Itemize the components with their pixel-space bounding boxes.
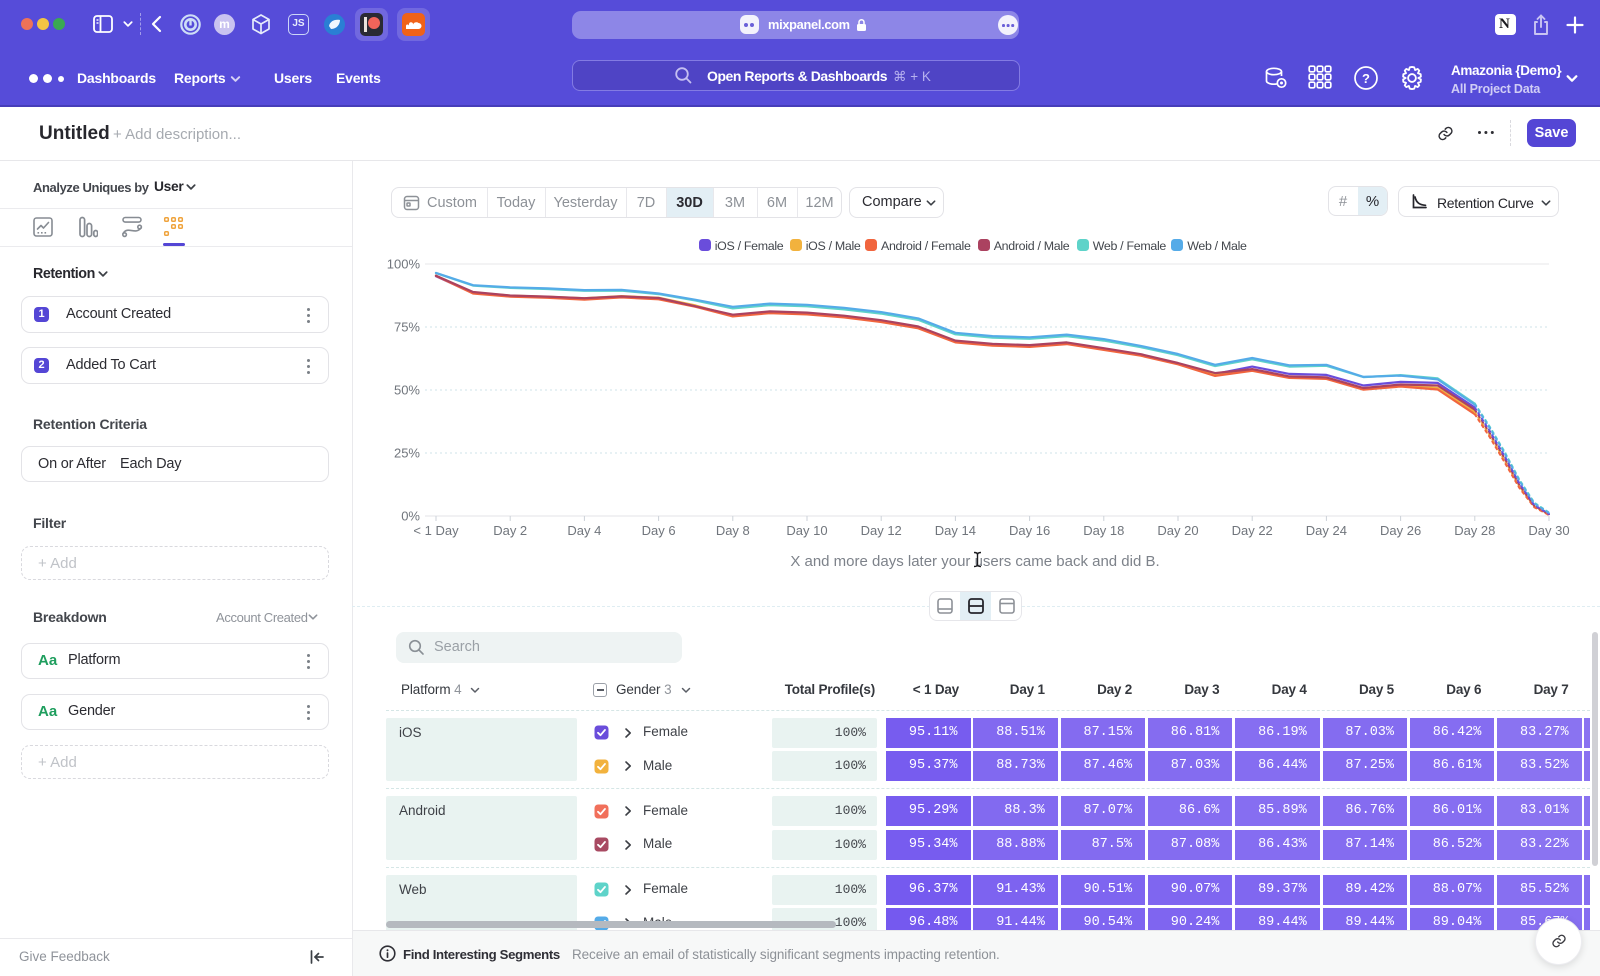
svg-text:75%: 75% xyxy=(394,320,420,335)
svg-text:Day 2: Day 2 xyxy=(493,523,527,538)
svg-text:Day 22: Day 22 xyxy=(1232,523,1273,538)
svg-text:Day 24: Day 24 xyxy=(1306,523,1347,538)
svg-text:Day 30: Day 30 xyxy=(1528,523,1569,538)
svg-text:Day 8: Day 8 xyxy=(716,523,750,538)
svg-text:Day 14: Day 14 xyxy=(935,523,976,538)
svg-text:25%: 25% xyxy=(394,446,420,461)
svg-text:Day 10: Day 10 xyxy=(786,523,827,538)
svg-text:< 1 Day: < 1 Day xyxy=(413,523,459,538)
svg-text:Day 12: Day 12 xyxy=(861,523,902,538)
svg-text:Day 20: Day 20 xyxy=(1157,523,1198,538)
svg-text:Day 18: Day 18 xyxy=(1083,523,1124,538)
svg-text:Day 26: Day 26 xyxy=(1380,523,1421,538)
svg-text:100%: 100% xyxy=(387,257,421,272)
svg-text:Day 28: Day 28 xyxy=(1454,523,1495,538)
svg-text:Day 6: Day 6 xyxy=(642,523,676,538)
svg-text:0%: 0% xyxy=(401,509,420,524)
svg-text:?: ? xyxy=(1362,71,1370,86)
svg-text:50%: 50% xyxy=(394,383,420,398)
svg-text:Day 4: Day 4 xyxy=(567,523,601,538)
svg-text:Day 16: Day 16 xyxy=(1009,523,1050,538)
